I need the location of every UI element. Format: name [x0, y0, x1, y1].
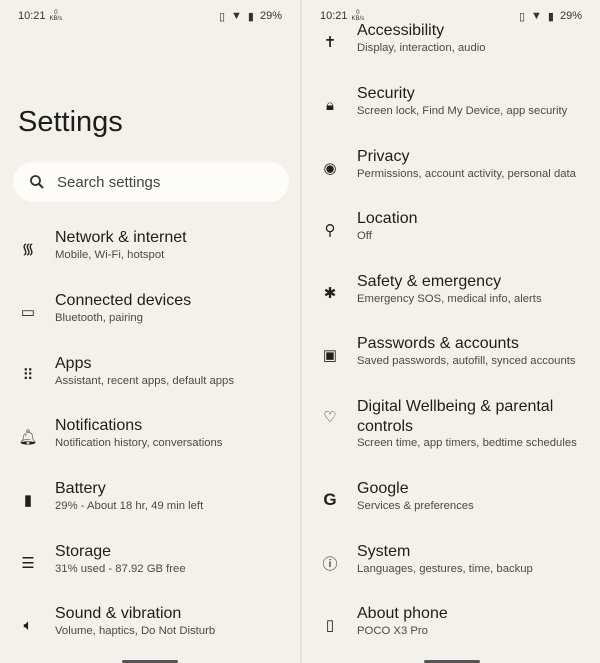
settings-item-google[interactable]: G Google Services & preferences: [302, 479, 600, 539]
item-subtitle: 29% - About 18 hr, 49 min left: [55, 500, 204, 512]
settings-item-accessibility[interactable]: ✝ Accessibility Display, interaction, audi…: [302, 21, 600, 81]
google-icon: G: [323, 490, 337, 509]
net-speed: 0 KB/s: [50, 10, 63, 22]
vibrate-icon: ▯: [218, 10, 226, 23]
search-input[interactable]: Search settings: [13, 162, 289, 202]
settings-item-network-internet[interactable]: ᯾ Network & internet Mobile, Wi-Fi, hotspo…: [0, 228, 300, 288]
settings-item-battery[interactable]: ▮ Battery 29% - About 18 hr, 49 min left: [0, 479, 300, 539]
item-title: Battery: [55, 480, 106, 497]
settings-panel-right: 10:21 0 KB/s ▯ ▼ ▮ 29% ✝ Accessibility Display…: [302, 0, 600, 663]
settings-item-digital-wellbeing-parental-controls[interactable]: ♡ Digital Wellbeing & parental controls Sc…: [302, 397, 600, 457]
search-icon: [30, 175, 44, 189]
search-placeholder: Search settings: [57, 173, 161, 191]
bell-icon: 🔔︎: [18, 429, 38, 446]
item-title: Location: [357, 210, 418, 227]
item-subtitle: Screen time, app timers, bedtime schedul…: [357, 437, 577, 449]
clock: 10:21: [18, 10, 46, 22]
item-subtitle: Languages, gestures, time, backup: [357, 563, 533, 575]
item-subtitle: POCO X3 Pro: [357, 625, 428, 637]
devices-icon: ▭: [20, 304, 36, 321]
speaker-icon: 🔈︎: [23, 616, 33, 634]
location-pin-icon: ⚲: [324, 222, 336, 239]
item-title: Security: [357, 85, 415, 102]
wifi-status-icon: ▼: [231, 10, 242, 22]
settings-item-storage[interactable]: ☰ Storage 31% used - 87.92 GB free: [0, 542, 300, 602]
wellbeing-icon: ♡: [323, 409, 337, 426]
info-icon: ⓘ: [322, 555, 338, 573]
item-subtitle: Emergency SOS, medical info, alerts: [357, 293, 542, 305]
account-box-icon: ▣: [322, 347, 338, 364]
item-subtitle: Screen lock, Find My Device, app securit…: [357, 105, 568, 117]
settings-item-passwords-accounts[interactable]: ▣ Passwords & accounts Saved passwords, au…: [302, 334, 600, 394]
item-title: Apps: [55, 355, 92, 372]
settings-item-apps[interactable]: ⠿ Apps Assistant, recent apps, default app…: [0, 354, 300, 414]
item-title: Google: [357, 480, 409, 497]
asterisk-icon: ✱: [323, 285, 337, 302]
item-subtitle: Volume, haptics, Do Not Disturb: [55, 625, 216, 637]
item-subtitle: Display, interaction, audio: [357, 42, 486, 54]
storage-icon: ☰: [21, 555, 35, 572]
battery-status-icon: ▮: [247, 10, 254, 23]
settings-item-notifications[interactable]: 🔔︎ Notifications Notification history, con…: [0, 416, 300, 476]
lock-icon: 🔒︎: [326, 96, 334, 114]
item-subtitle: Off: [357, 230, 372, 242]
item-title: Passwords & accounts: [357, 335, 519, 352]
settings-item-safety-emergency[interactable]: ✱ Safety & emergency Emergency SOS, medica…: [302, 272, 600, 332]
item-subtitle: Bluetooth, pairing: [55, 312, 143, 324]
settings-item-security[interactable]: 🔒︎ Security Screen lock, Find My Device, a…: [302, 84, 600, 144]
item-title: Accessibility: [357, 22, 445, 39]
item-title: About phone: [357, 605, 448, 622]
item-title: Connected devices: [55, 292, 192, 309]
item-subtitle: Permissions, account activity, personal …: [357, 168, 576, 180]
item-title: Safety & emergency: [357, 273, 502, 290]
item-title: Sound & vibration: [55, 605, 182, 622]
phone-icon: ▯: [325, 617, 335, 634]
wifi-icon: ᯾: [21, 241, 35, 258]
settings-item-connected-devices[interactable]: ▭ Connected devices Bluetooth, pairing: [0, 291, 300, 351]
accessibility-icon: ✝: [323, 34, 337, 51]
battery-icon: ▮: [23, 492, 33, 509]
eye-icon: ◉: [323, 160, 337, 177]
settings-panel-left: 10:21 0 KB/s ▯ ▼ ▮ 29% Settings Search setti…: [0, 0, 300, 663]
item-subtitle: Mobile, Wi-Fi, hotspot: [55, 249, 165, 261]
item-subtitle: Saved passwords, autofill, synced accoun…: [357, 355, 576, 367]
settings-item-location[interactable]: ⚲ Location Off: [302, 209, 600, 269]
settings-item-system[interactable]: ⓘ System Languages, gestures, time, backup: [302, 542, 600, 602]
apps-grid-icon: ⠿: [22, 367, 34, 384]
status-bar: 10:21 0 KB/s ▯ ▼ ▮ 29%: [18, 8, 282, 24]
item-subtitle: 31% used - 87.92 GB free: [55, 563, 186, 575]
item-subtitle: Notification history, conversations: [55, 437, 223, 449]
net-speed-unit: KB/s: [49, 16, 63, 22]
item-title: Notifications: [55, 417, 143, 434]
settings-item-about-phone[interactable]: ▯ About phone POCO X3 Pro: [302, 604, 600, 663]
battery-percent: 29%: [259, 10, 282, 22]
settings-item-sound-vibration[interactable]: 🔈︎ Sound & vibration Volume, haptics, Do N…: [0, 604, 300, 663]
item-title: Digital Wellbeing & parental controls: [357, 398, 554, 435]
settings-item-privacy[interactable]: ◉ Privacy Permissions, account activity, p…: [302, 147, 600, 207]
item-title: System: [357, 543, 411, 560]
item-title: Storage: [55, 543, 112, 560]
item-title: Network & internet: [55, 229, 187, 246]
item-subtitle: Services & preferences: [357, 500, 474, 512]
page-title: Settings: [18, 106, 123, 138]
item-title: Privacy: [357, 148, 410, 165]
item-subtitle: Assistant, recent apps, default apps: [55, 375, 234, 387]
